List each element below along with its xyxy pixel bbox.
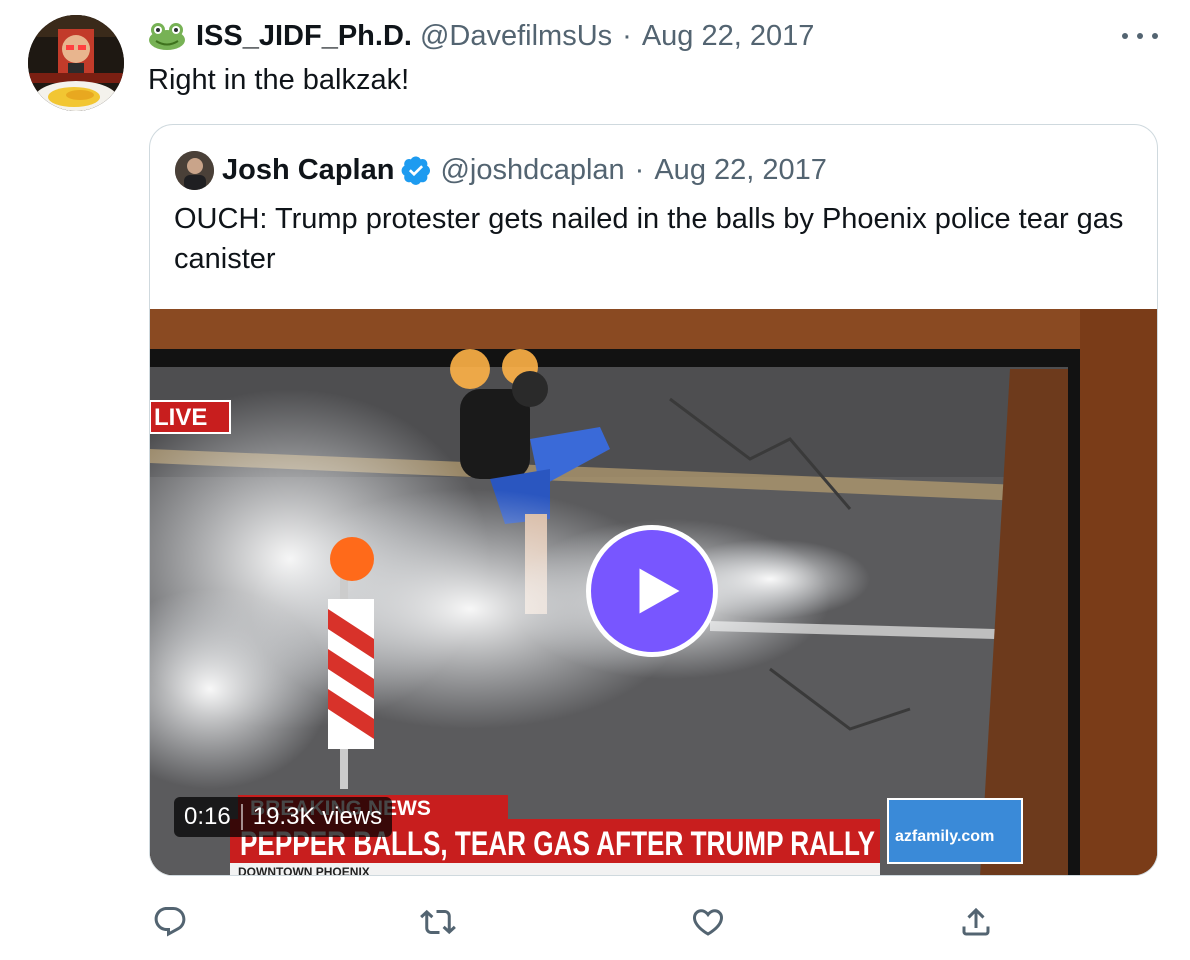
video-stats-badge: 0:16 19.3K views — [174, 797, 393, 837]
author-avatar[interactable] — [28, 15, 124, 111]
share-button[interactable] — [954, 896, 998, 948]
retweet-button[interactable] — [416, 896, 460, 948]
heart-icon — [692, 909, 724, 936]
location-label: DOWNTOWN PHOENIX — [238, 865, 370, 876]
quoted-header-separator: · — [634, 153, 645, 186]
like-button[interactable] — [686, 896, 730, 948]
retweet-icon — [420, 909, 456, 935]
reply-button[interactable] — [148, 896, 192, 948]
more-dot-icon — [1137, 33, 1143, 39]
reply-icon — [154, 907, 186, 937]
video-player[interactable]: LIVE BREAKING NEWS PEPPER BALLS, TEAR GA… — [150, 309, 1157, 876]
verified-badge-icon — [400, 154, 432, 186]
video-views: 19.3K views — [252, 803, 383, 830]
share-icon — [962, 907, 990, 936]
play-icon — [639, 568, 680, 614]
live-tag: LIVE — [150, 400, 231, 434]
tweet-text: Right in the balkzak! — [148, 64, 410, 96]
more-options-button[interactable] — [1122, 22, 1158, 50]
more-dot-icon — [1152, 33, 1158, 39]
more-dot-icon — [1122, 33, 1128, 39]
quoted-tweet-card[interactable]: Josh Caplan @joshdcaplan · Aug 22, 2017 … — [149, 124, 1158, 876]
video-duration: 0:16 — [184, 803, 231, 830]
tweet-date[interactable]: Aug 22, 2017 — [642, 20, 815, 53]
badge-divider — [240, 804, 243, 830]
tweet: ISS_JIDF_Ph.D. @DavefilmsUs · Aug 22, 20… — [0, 0, 1190, 960]
play-button[interactable] — [586, 525, 718, 657]
quoted-author-avatar — [175, 151, 214, 190]
quoted-author-handle: @joshdcaplan — [440, 153, 625, 186]
live-label: LIVE — [154, 404, 207, 431]
header-separator: · — [622, 19, 632, 52]
quoted-tweet-date: Aug 22, 2017 — [654, 153, 827, 186]
author-display-name[interactable]: ISS_JIDF_Ph.D. — [196, 20, 412, 53]
station-logo: azfamily.com — [895, 828, 994, 845]
frog-face-icon — [148, 21, 186, 51]
quoted-tweet-text: OUCH: Trump protester gets nailed in the… — [174, 203, 1124, 275]
quoted-tweet-header: Josh Caplan @joshdcaplan · Aug 22, 2017 — [222, 150, 827, 190]
quoted-author-display-name: Josh Caplan — [222, 153, 395, 186]
author-handle[interactable]: @DavefilmsUs — [420, 20, 612, 53]
tweet-header: ISS_JIDF_Ph.D. @DavefilmsUs · Aug 22, 20… — [148, 16, 814, 56]
tweet-actions — [148, 896, 1008, 948]
